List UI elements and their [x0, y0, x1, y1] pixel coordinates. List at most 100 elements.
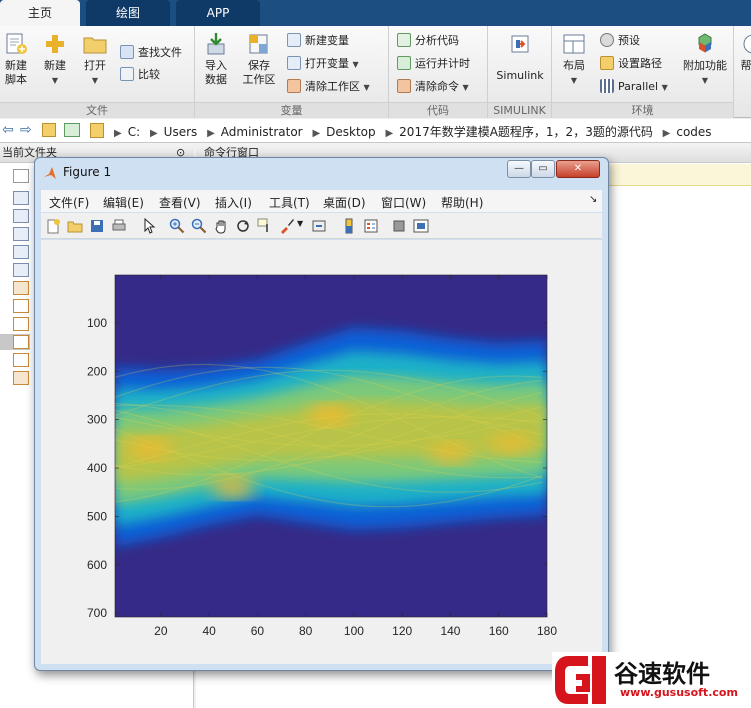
save-icon[interactable] — [89, 218, 105, 234]
compare-button[interactable]: 比较 — [120, 66, 160, 84]
open-variable-caret[interactable]: ▼ — [353, 60, 359, 69]
data-cursor-icon[interactable] — [257, 218, 273, 234]
menu-help[interactable]: 帮助(H) — [441, 194, 483, 211]
maximize-button[interactable]: ▭ — [531, 160, 555, 178]
menu-edit[interactable]: 编辑(E) — [103, 194, 144, 211]
script-file-icon[interactable] — [13, 335, 29, 349]
forward-arrow-icon[interactable]: ⇨ — [20, 122, 32, 138]
new-dropdown-caret[interactable]: ▼ — [52, 76, 58, 85]
clear-workspace-caret[interactable]: ▼ — [364, 83, 370, 92]
breadcrumb-separator: ▶ — [149, 128, 158, 139]
set-path-button[interactable]: 设置路径 — [600, 55, 662, 73]
add-ons-caret[interactable]: ▼ — [702, 76, 708, 85]
preferences-button[interactable]: 预设 — [600, 32, 640, 50]
parallel-caret[interactable]: ▼ — [662, 83, 668, 92]
y-tick-label: 100 — [87, 316, 107, 330]
script-file-icon[interactable] — [13, 317, 29, 331]
breadcrumb-item[interactable]: codes — [676, 125, 711, 139]
menu-desktop[interactable]: 桌面(D) — [323, 194, 366, 211]
help-button-cut[interactable]: 帮 — [738, 32, 751, 73]
function-file-icon[interactable] — [13, 281, 29, 295]
breadcrumb-item[interactable]: 2017年数学建模A题程序，1，2，3题的源代码 — [399, 125, 653, 139]
pan-hand-icon[interactable] — [213, 218, 229, 234]
analyze-icon — [397, 33, 411, 47]
menu-window[interactable]: 窗口(W) — [381, 194, 426, 211]
browse-folder-icon[interactable] — [64, 123, 80, 137]
mat-file-icon[interactable] — [13, 227, 29, 241]
mat-file-icon[interactable] — [13, 191, 29, 205]
function-file-icon[interactable] — [13, 371, 29, 385]
menu-tools[interactable]: 工具(T) — [269, 194, 310, 211]
open-variable-button[interactable]: 打开变量 ▼ — [287, 55, 359, 73]
section-label-file: 文件 — [0, 102, 194, 118]
back-arrow-icon[interactable]: ⇦ — [2, 122, 14, 138]
import-data-button[interactable]: 导入 数据 — [201, 32, 231, 87]
script-file-icon[interactable] — [13, 353, 29, 367]
zoom-out-icon[interactable] — [191, 218, 207, 234]
clear-workspace-button[interactable]: 清除工作区 ▼ — [287, 78, 370, 96]
mat-file-icon[interactable] — [13, 245, 29, 259]
run-and-time-button[interactable]: 运行并计时 — [397, 55, 470, 73]
brush-dropdown-caret[interactable]: ▼ — [297, 219, 303, 228]
layout-button[interactable]: 布局 ▼ — [556, 32, 592, 88]
menu-view[interactable]: 查看(V) — [159, 194, 201, 211]
menu-file[interactable]: 文件(F) — [49, 194, 89, 211]
x-tick-label: 20 — [154, 624, 168, 638]
tab-apps[interactable]: APP — [176, 0, 260, 26]
open-file-icon[interactable] — [67, 218, 83, 234]
add-ons-button[interactable]: 附加功能 ▼ — [680, 32, 730, 88]
new-script-button[interactable]: 新建 脚本 — [2, 32, 30, 87]
tab-plots[interactable]: 绘图 — [86, 0, 170, 26]
layout-caret[interactable]: ▼ — [571, 76, 577, 85]
save-workspace-button[interactable]: 保存 工作区 — [239, 32, 279, 87]
menu-insert[interactable]: 插入(I) — [215, 194, 252, 211]
print-icon[interactable] — [111, 218, 127, 234]
open-button[interactable]: 打开 ▼ — [80, 32, 110, 88]
parallel-icon — [600, 79, 614, 93]
breadcrumb-item[interactable]: C: — [128, 125, 140, 139]
figure-window[interactable]: Figure 1 — ▭ ✕ 文件(F) 编辑(E) 查看(V) 插入(I) 工… — [34, 157, 609, 671]
open-label: 打开 — [84, 59, 106, 72]
mat-file-icon[interactable] — [13, 209, 29, 223]
parallel-button[interactable]: Parallel ▼ — [600, 78, 668, 96]
hide-plot-tools-icon[interactable] — [391, 218, 407, 234]
close-button[interactable]: ✕ — [556, 160, 600, 178]
find-files-button[interactable]: 查找文件 — [120, 44, 182, 62]
script-file-icon[interactable] — [13, 299, 29, 313]
hot-spot — [428, 443, 473, 464]
mat-file-icon[interactable] — [13, 263, 29, 277]
gususoft-watermark: 谷速软件 www.gususoft.com — [552, 652, 751, 708]
tab-home[interactable]: 主页 — [0, 0, 80, 26]
analyze-code-button[interactable]: 分析代码 — [397, 32, 459, 50]
simulink-icon — [511, 35, 529, 53]
file-icon[interactable] — [13, 169, 29, 183]
simulink-button[interactable]: Simulink — [496, 32, 544, 83]
link-plot-icon[interactable] — [311, 218, 327, 234]
clear-commands-caret[interactable]: ▼ — [463, 83, 469, 92]
open-dropdown-caret[interactable]: ▼ — [92, 76, 98, 85]
breadcrumb-item[interactable]: Users — [164, 125, 198, 139]
help-icon — [743, 34, 751, 54]
y-tick-label: 200 — [87, 364, 107, 378]
up-folder-icon[interactable] — [42, 123, 56, 137]
new-variable-button[interactable]: 新建变量 — [287, 32, 349, 50]
figure-title-bar[interactable]: Figure 1 — ▭ ✕ — [35, 158, 608, 188]
figure-menubar: 文件(F) 编辑(E) 查看(V) 插入(I) 工具(T) 桌面(D) 窗口(W… — [41, 190, 602, 212]
clear-commands-button[interactable]: 清除命令 ▼ — [397, 78, 469, 96]
zoom-in-icon[interactable] — [169, 218, 185, 234]
breadcrumb-item[interactable]: Desktop — [326, 125, 376, 139]
breadcrumb-item[interactable]: Administrator — [221, 125, 303, 139]
menu-overflow-icon[interactable]: ↘ — [589, 194, 597, 205]
rotate-3d-icon[interactable] — [235, 218, 251, 234]
new-button[interactable]: 新建 ▼ — [40, 32, 70, 88]
colorbar-icon[interactable] — [341, 218, 357, 234]
brush-icon[interactable] — [279, 218, 295, 234]
legend-icon[interactable] — [363, 218, 379, 234]
figure-canvas[interactable]: 20 40 60 80 100 120 140 160 180 100 200 300 400 500 60… — [41, 240, 602, 664]
x-tick-label: 80 — [299, 624, 313, 638]
show-plot-tools-icon[interactable] — [413, 218, 429, 234]
set-path-icon — [600, 56, 614, 70]
pointer-icon[interactable] — [141, 218, 157, 234]
minimize-button[interactable]: — — [507, 160, 531, 178]
new-figure-icon[interactable] — [45, 218, 61, 234]
